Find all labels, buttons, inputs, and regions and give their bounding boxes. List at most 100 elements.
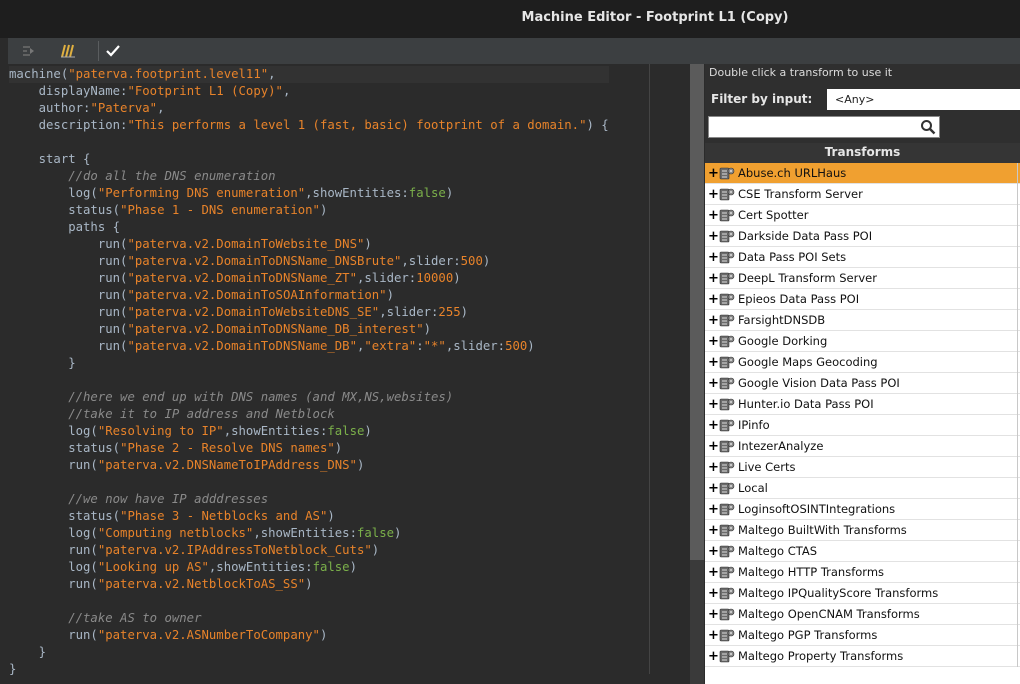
transform-server-icon (719, 376, 735, 391)
transform-item[interactable]: + Maltego OpenCNAM Transforms (705, 604, 1020, 625)
expand-icon[interactable]: + (708, 394, 719, 415)
transforms-header: Transforms (705, 143, 1020, 163)
expand-icon[interactable]: + (708, 562, 719, 583)
code-line[interactable]: run("paterva.v2.DomainToDNSName_ZT",slid… (9, 270, 609, 287)
code-line[interactable]: run("paterva.v2.DomainToSOAInformation") (9, 287, 609, 304)
expand-icon[interactable]: + (708, 163, 719, 184)
expand-icon[interactable]: + (708, 436, 719, 457)
code-line[interactable]: run("paterva.v2.NetblockToAS_SS") (9, 576, 609, 593)
code-line[interactable]: //do all the DNS enumeration (9, 168, 609, 185)
code-line[interactable]: displayName:"Footprint L1 (Copy)", (9, 83, 609, 100)
transform-server-icon (719, 502, 735, 517)
transform-item[interactable]: + CSE Transform Server (705, 184, 1020, 205)
transform-item[interactable]: + Google Maps Geocoding (705, 352, 1020, 373)
transform-item[interactable]: + Google Dorking (705, 331, 1020, 352)
code-line[interactable] (9, 134, 609, 151)
code-text[interactable]: machine("paterva.footprint.level11", dis… (9, 66, 609, 678)
transforms-list[interactable]: + Abuse.ch URLHaus + CSE Transform Server + C… (705, 163, 1020, 684)
code-line[interactable]: //take AS to owner (9, 610, 609, 627)
code-line[interactable]: log("Resolving to IP",showEntities:false… (9, 423, 609, 440)
scrollbar-thumb[interactable] (690, 64, 704, 560)
code-line[interactable]: } (9, 661, 609, 678)
code-line[interactable]: log("Looking up AS",showEntities:false) (9, 559, 609, 576)
search-icon[interactable] (920, 119, 936, 139)
expand-icon[interactable]: + (708, 373, 719, 394)
comment-icon[interactable] (57, 40, 79, 62)
transform-search-input[interactable] (708, 116, 940, 138)
transform-item[interactable]: + Cert Spotter (705, 205, 1020, 226)
expand-icon[interactable]: + (708, 478, 719, 499)
transform-item[interactable]: + LoginsoftOSINTIntegrations (705, 499, 1020, 520)
transform-item[interactable]: + Maltego PGP Transforms (705, 625, 1020, 646)
code-line[interactable]: run("paterva.v2.DomainToWebsiteDNS_SE",s… (9, 304, 609, 321)
expand-icon[interactable]: + (708, 205, 719, 226)
expand-icon[interactable]: + (708, 499, 719, 520)
expand-icon[interactable]: + (708, 625, 719, 646)
code-line[interactable]: } (9, 355, 609, 372)
code-line[interactable]: run("paterva.v2.DomainToWebsite_DNS") (9, 236, 609, 253)
expand-icon[interactable]: + (708, 457, 719, 478)
code-line[interactable]: paths { (9, 219, 609, 236)
expand-icon[interactable]: + (708, 352, 719, 373)
code-line[interactable]: //we now have IP adddresses (9, 491, 609, 508)
expand-icon[interactable]: + (708, 583, 719, 604)
expand-icon[interactable]: + (708, 268, 719, 289)
code-line[interactable]: author:"Paterva", (9, 100, 609, 117)
expand-icon[interactable]: + (708, 646, 719, 667)
code-line[interactable]: } (9, 644, 609, 661)
code-line[interactable]: status("Phase 2 - Resolve DNS names") (9, 440, 609, 457)
checkmark-icon[interactable] (102, 40, 124, 62)
code-line[interactable]: start { (9, 151, 609, 168)
transform-item[interactable]: + Maltego HTTP Transforms (705, 562, 1020, 583)
code-line[interactable] (9, 474, 609, 491)
code-line[interactable]: log("Performing DNS enumeration",showEnt… (9, 185, 609, 202)
indent-icon[interactable] (18, 40, 40, 62)
transform-item[interactable]: + Maltego Property Transforms (705, 646, 1020, 667)
transform-item[interactable]: + DeepL Transform Server (705, 268, 1020, 289)
transform-item[interactable]: + FarsightDNSDB (705, 310, 1020, 331)
expand-icon[interactable]: + (708, 541, 719, 562)
code-line[interactable]: status("Phase 3 - Netblocks and AS") (9, 508, 609, 525)
transform-item[interactable]: + Epieos Data Pass POI (705, 289, 1020, 310)
expand-icon[interactable]: + (708, 520, 719, 541)
expand-icon[interactable]: + (708, 415, 719, 436)
transform-item[interactable]: + Hunter.io Data Pass POI (705, 394, 1020, 415)
code-line[interactable]: run("paterva.v2.DomainToDNSName_DNSBrute… (9, 253, 609, 270)
expand-icon[interactable]: + (708, 289, 719, 310)
code-token: "This performs a level 1 (fast, basic) f… (127, 118, 587, 132)
editor-scrollbar[interactable] (690, 64, 704, 684)
expand-icon[interactable]: + (708, 604, 719, 625)
expand-icon[interactable]: + (708, 247, 719, 268)
code-line[interactable] (9, 372, 609, 389)
transform-item[interactable]: + Data Pass POI Sets (705, 247, 1020, 268)
transform-item[interactable]: + Google Vision Data Pass POI (705, 373, 1020, 394)
transform-item[interactable]: + Maltego IPQualityScore Transforms (705, 583, 1020, 604)
transform-item[interactable]: + Maltego CTAS (705, 541, 1020, 562)
transform-item[interactable]: + Darkside Data Pass POI (705, 226, 1020, 247)
expand-icon[interactable]: + (708, 226, 719, 247)
code-line[interactable]: run("paterva.v2.DomainToDNSName_DB_inter… (9, 321, 609, 338)
transform-item[interactable]: + IntezerAnalyze (705, 436, 1020, 457)
code-line[interactable]: log("Computing netblocks",showEntities:f… (9, 525, 609, 542)
transform-item[interactable]: + IPinfo (705, 415, 1020, 436)
code-line[interactable]: machine("paterva.footprint.level11", (9, 66, 609, 83)
transform-item[interactable]: + Abuse.ch URLHaus (705, 163, 1020, 184)
code-line[interactable]: description:"This performs a level 1 (fa… (9, 117, 609, 134)
transform-item[interactable]: + Maltego BuiltWith Transforms (705, 520, 1020, 541)
transform-item[interactable]: + Live Certs (705, 457, 1020, 478)
expand-icon[interactable]: + (708, 331, 719, 352)
code-line[interactable]: run("paterva.v2.ASNumberToCompany") (9, 627, 609, 644)
code-token: , (268, 67, 276, 81)
code-line[interactable]: //here we end up with DNS names (and MX,… (9, 389, 609, 406)
filter-input-select[interactable]: <Any> (827, 89, 1020, 110)
code-line[interactable]: run("paterva.v2.IPAddressToNetblock_Cuts… (9, 542, 609, 559)
transform-item[interactable]: + Local (705, 478, 1020, 499)
code-line[interactable]: run("paterva.v2.DNSNameToIPAddress_DNS") (9, 457, 609, 474)
expand-icon[interactable]: + (708, 184, 719, 205)
code-line[interactable]: run("paterva.v2.DomainToDNSName_DB","ext… (9, 338, 609, 355)
code-line[interactable]: status("Phase 1 - DNS enumeration") (9, 202, 609, 219)
expand-icon[interactable]: + (708, 310, 719, 331)
code-editor[interactable]: machine("paterva.footprint.level11", dis… (8, 64, 690, 684)
code-line[interactable]: //take it to IP address and Netblock (9, 406, 609, 423)
code-line[interactable] (9, 593, 609, 610)
